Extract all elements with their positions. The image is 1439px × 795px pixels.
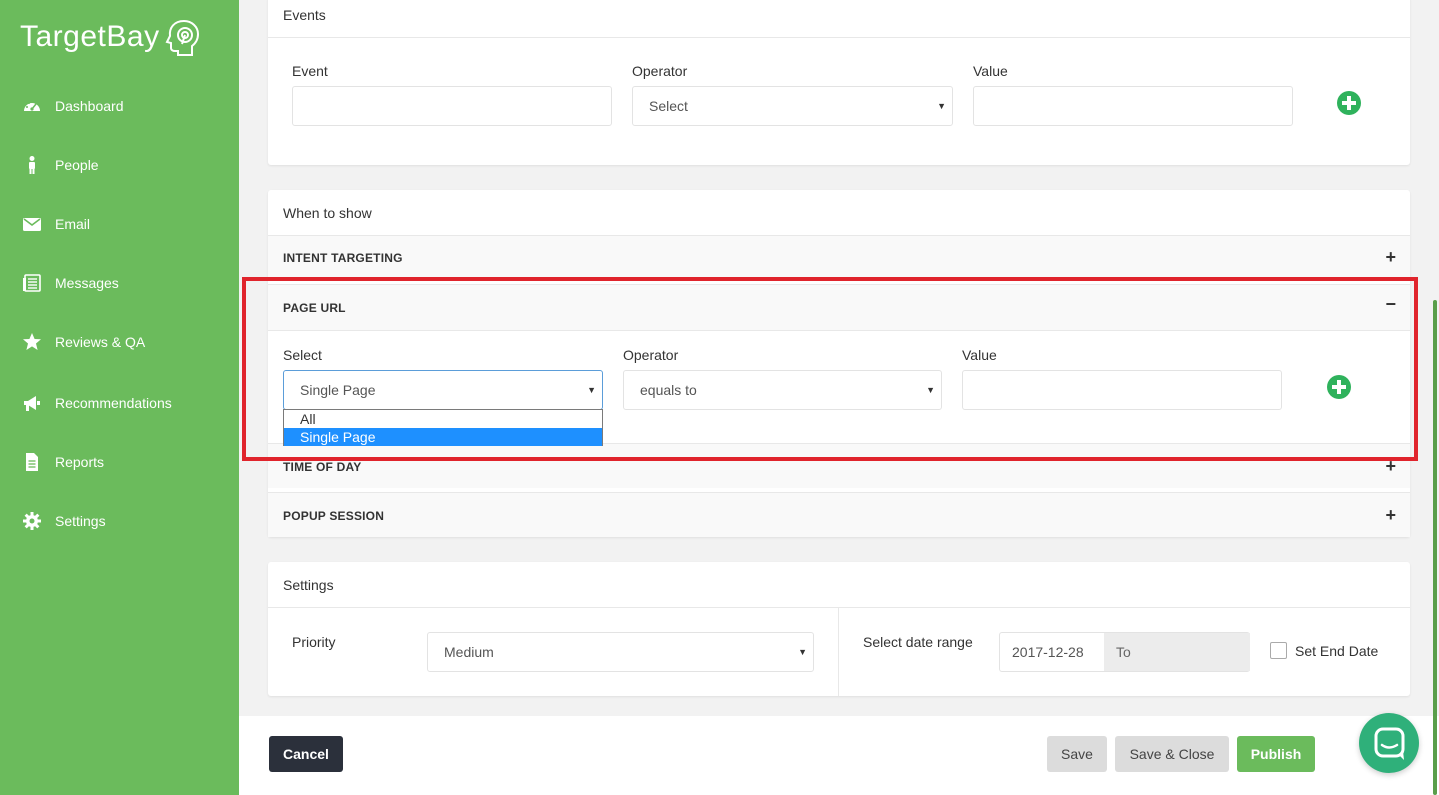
end-date-input[interactable]: To [1104, 633, 1250, 671]
chat-widget-button[interactable] [1359, 713, 1419, 773]
expand-plus-icon[interactable]: + [1385, 248, 1396, 266]
sidebar-item-label: Recommendations [55, 395, 172, 411]
page-url-value-label: Value [962, 347, 997, 363]
logo-text: TargetBay [20, 20, 160, 53]
page-url-value-input[interactable] [962, 370, 1282, 410]
sidebar-item-label: Email [55, 216, 91, 232]
page-url-label: PAGE URL [283, 301, 346, 315]
sidebar-item-label: Reports [55, 454, 105, 470]
select-value: Select [649, 98, 688, 114]
priority-label: Priority [292, 634, 336, 650]
events-card: Events Event Operator Select ▼ Value [268, 0, 1410, 165]
chat-bubble-icon [1374, 727, 1405, 760]
start-date-input[interactable]: 2017-12-28 [1000, 633, 1104, 671]
add-page-url-icon[interactable] [1327, 375, 1351, 399]
megaphone-icon [24, 396, 40, 411]
event-value-input[interactable] [973, 86, 1293, 126]
value-label: Value [973, 63, 1008, 79]
gear-icon [23, 512, 41, 530]
sidebar-item-email[interactable]: Email [0, 204, 239, 244]
popup-session-row[interactable]: POPUP SESSION + [268, 492, 1410, 537]
save-close-button[interactable]: Save & Close [1115, 736, 1229, 772]
page-url-select[interactable]: Single Page ▼ [283, 370, 603, 410]
publish-button[interactable]: Publish [1237, 736, 1315, 772]
sidebar-item-label: Messages [55, 275, 119, 291]
operator-label: Operator [632, 63, 688, 79]
when-to-show-card: When to show INTENT TARGETING + PAGE URL… [268, 190, 1410, 537]
time-of-day-row[interactable]: TIME OF DAY + [268, 443, 1410, 488]
sidebar-item-settings[interactable]: Settings [0, 501, 239, 541]
caret-down-icon: ▼ [926, 385, 935, 395]
when-to-show-title: When to show [283, 205, 372, 221]
divider [838, 608, 839, 696]
dropdown-option-all[interactable]: All [284, 410, 602, 428]
sidebar-item-label: Reviews & QA [55, 334, 146, 350]
head-logo-icon [165, 19, 199, 56]
intent-targeting-row[interactable]: INTENT TARGETING + [268, 235, 1410, 279]
add-event-icon[interactable] [1337, 91, 1361, 115]
expand-plus-icon[interactable]: + [1385, 457, 1396, 475]
caret-down-icon: ▼ [798, 647, 807, 657]
collapse-minus-icon[interactable]: − [1385, 295, 1396, 313]
settings-card: Settings Priority Medium ▼ Select date r… [268, 562, 1410, 696]
divider [268, 607, 1410, 608]
page-url-operator-label: Operator [623, 347, 679, 363]
document-icon [26, 453, 38, 471]
event-input[interactable] [292, 86, 612, 126]
select-value: Single Page [300, 382, 376, 398]
settings-title: Settings [283, 577, 334, 593]
sidebar-item-people[interactable]: People [0, 145, 239, 185]
sidebar-item-reports[interactable]: Reports [0, 442, 239, 482]
caret-down-icon: ▼ [937, 101, 946, 111]
sidebar-item-label: People [55, 157, 99, 173]
sidebar-item-messages[interactable]: Messages [0, 263, 239, 303]
divider [268, 37, 1410, 38]
main-content: Events Event Operator Select ▼ Value Whe… [239, 0, 1439, 795]
page-url-dropdown-list: All Single Page [283, 409, 603, 446]
page-url-select-label: Select [283, 347, 322, 363]
logo[interactable]: TargetBay [20, 18, 200, 56]
dashboard-icon [24, 100, 40, 111]
save-button[interactable]: Save [1047, 736, 1107, 772]
select-value: Medium [444, 644, 494, 660]
sidebar-item-label: Settings [55, 513, 106, 529]
scrollbar[interactable] [1433, 300, 1437, 795]
date-range-group: 2017-12-28 To [999, 632, 1250, 672]
set-end-date-checkbox[interactable] [1270, 642, 1287, 659]
set-end-date-label: Set End Date [1295, 643, 1379, 659]
time-of-day-label: TIME OF DAY [283, 460, 362, 474]
page-url-row[interactable]: PAGE URL − [268, 284, 1410, 330]
star-icon [23, 333, 41, 350]
cancel-button[interactable]: Cancel [269, 736, 343, 772]
footer-bar: Cancel Save Save & Close Publish [239, 716, 1439, 795]
event-operator-select[interactable]: Select ▼ [632, 86, 953, 126]
sidebar-item-recommendations[interactable]: Recommendations [0, 383, 239, 423]
priority-select[interactable]: Medium ▼ [427, 632, 814, 672]
person-icon [29, 156, 35, 174]
events-title: Events [283, 7, 326, 23]
page-url-operator-select[interactable]: equals to ▼ [623, 370, 942, 410]
popup-session-label: POPUP SESSION [283, 509, 385, 523]
dropdown-option-single-page[interactable]: Single Page [284, 428, 602, 446]
caret-down-icon: ▼ [587, 385, 596, 395]
event-label: Event [292, 63, 328, 79]
date-range-label: Select date range [863, 634, 973, 650]
sidebar-item-reviews[interactable]: Reviews & QA [0, 322, 239, 362]
sidebar-item-label: Dashboard [55, 98, 124, 114]
expand-plus-icon[interactable]: + [1385, 506, 1396, 524]
sidebar-item-dashboard[interactable]: Dashboard [0, 86, 239, 126]
messages-icon [23, 274, 41, 292]
select-value: equals to [640, 382, 697, 398]
envelope-icon [23, 218, 41, 231]
intent-targeting-label: INTENT TARGETING [283, 251, 403, 265]
sidebar: TargetBay Dashboard People Email Message… [0, 0, 239, 795]
